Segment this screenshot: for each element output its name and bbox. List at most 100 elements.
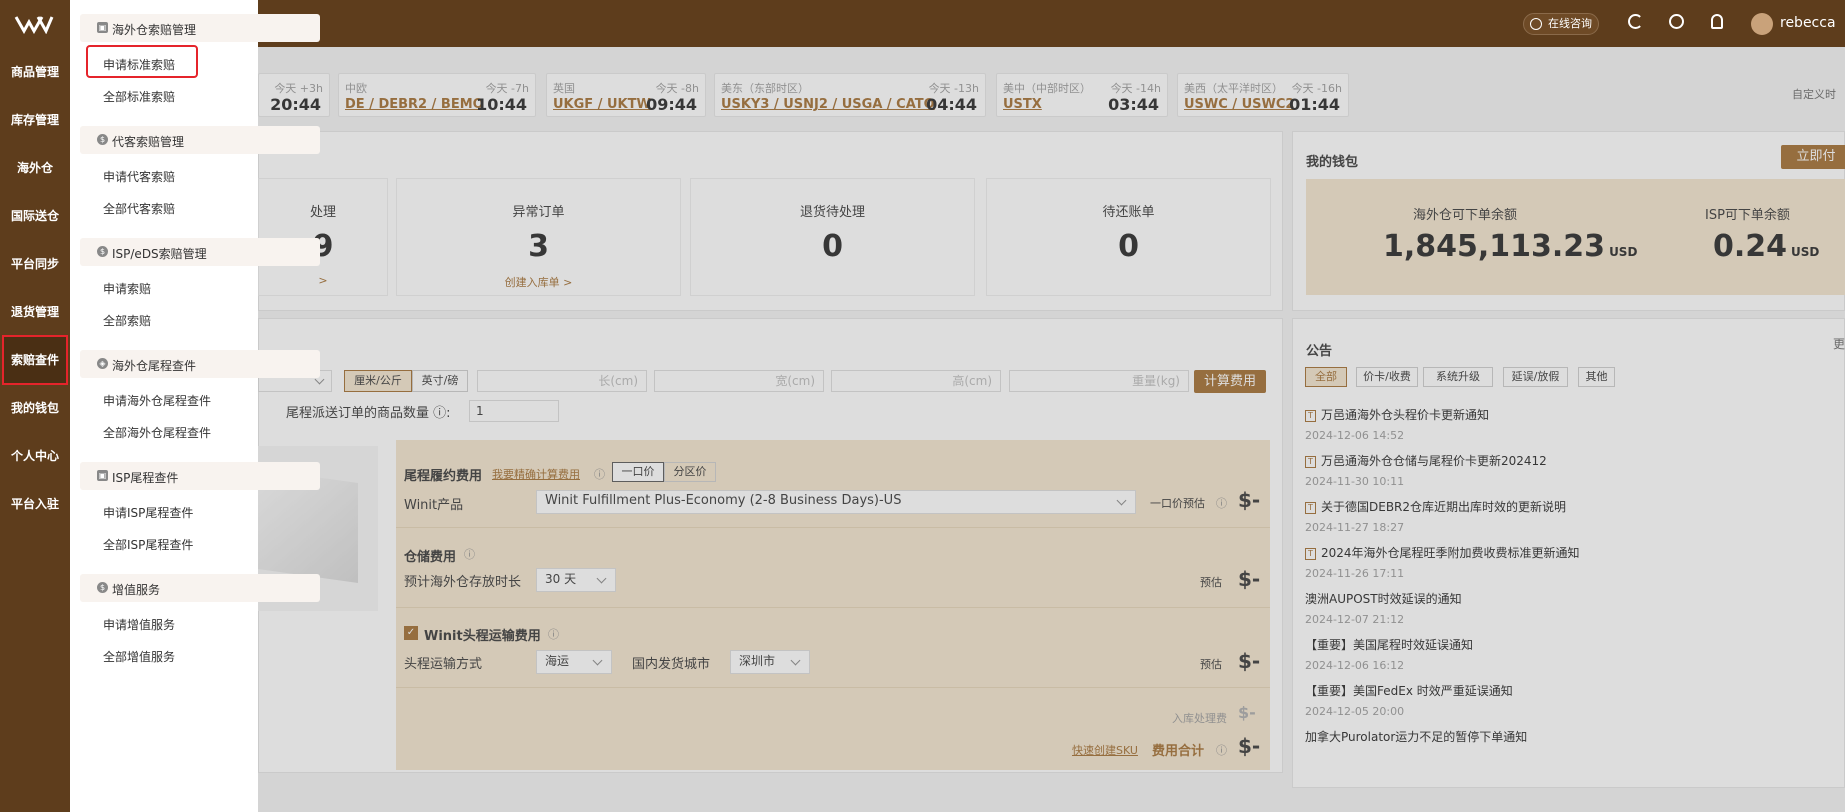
topup-button[interactable]: 立即付 bbox=[1781, 145, 1845, 169]
notice-item[interactable]: T 2024年海外仓尾程旺季附加费收费标准更新通知 bbox=[1305, 544, 1745, 561]
stat-card[interactable]: 退货待处理 0 bbox=[690, 178, 975, 296]
notice-item[interactable]: 【重要】美国FedEx 时效严重延误通知 bbox=[1305, 682, 1745, 699]
submenu-link[interactable]: 全部ISP尾程查件 bbox=[103, 536, 193, 553]
height-input[interactable]: 高(cm) bbox=[831, 370, 1001, 392]
info-icon: ⓘ bbox=[464, 548, 475, 561]
nav-item-5[interactable]: 退货管理 bbox=[0, 302, 70, 322]
nav-item-9[interactable]: 平台入驻 bbox=[0, 494, 70, 514]
chevron-down-icon bbox=[1116, 495, 1127, 506]
info-icon: ⓘ bbox=[1216, 497, 1227, 510]
notice-tab[interactable]: 延误/放假 bbox=[1503, 367, 1568, 387]
notice-more-link[interactable]: 更 bbox=[1833, 335, 1845, 352]
nav-item-2[interactable]: 海外仓 bbox=[0, 158, 70, 178]
submenu-link[interactable]: 申请增值服务 bbox=[103, 616, 175, 633]
nav-item-4[interactable]: 平台同步 bbox=[0, 254, 70, 274]
warehouse-codes[interactable]: USTX bbox=[1003, 97, 1042, 112]
nav-item-6[interactable]: 索赔查件 bbox=[2, 335, 68, 385]
submenu-link[interactable]: 申请ISP尾程查件 bbox=[103, 504, 193, 521]
notice-item[interactable]: T 万邑通海外仓头程价卡更新通知 bbox=[1305, 406, 1745, 423]
stat-link[interactable]: 创建入库单 > bbox=[397, 274, 680, 290]
notice-date: 2024-12-06 16:12 bbox=[1305, 659, 1405, 672]
stat-link[interactable]: > bbox=[259, 274, 387, 287]
group-icon: ▣ bbox=[97, 470, 108, 481]
submenu-group-5: $ 增值服务 bbox=[80, 574, 320, 602]
notice-tab[interactable]: 其他 bbox=[1578, 367, 1615, 387]
wallet-panel: 我的钱包 立即付 海外仓可下单余额 1,845,113.23 USD ISP可下单… bbox=[1292, 131, 1845, 311]
calculate-fee-button[interactable]: 计算费用 bbox=[1194, 370, 1266, 393]
pin-icon: T bbox=[1305, 501, 1316, 514]
stat-card[interactable]: 异常订单 3 创建入库单 > bbox=[396, 178, 681, 296]
nav-item-8[interactable]: 个人中心 bbox=[0, 446, 70, 466]
claims-submenu: ▣ 海外仓索赔管理 申请标准索赔 全部标准索赔 $ 代客索赔管理 申请代客索赔 全部代客索赔 $… bbox=[70, 0, 320, 812]
group-icon: $ bbox=[97, 582, 108, 593]
online-consult-button[interactable]: 在线咨询 bbox=[1523, 13, 1599, 35]
wallet-a-label: 海外仓可下单余额 bbox=[1413, 208, 1518, 223]
group-icon: ◈ bbox=[97, 358, 108, 369]
submenu-group-2: $ ISP/eDS索赔管理 bbox=[80, 238, 320, 266]
nav-item-0[interactable]: 商品管理 bbox=[0, 62, 70, 82]
submenu-group-1: $ 代客索赔管理 bbox=[80, 126, 320, 154]
notice-item[interactable]: 加拿大Purolator运力不足的暂停下单通知 bbox=[1305, 728, 1745, 745]
submenu-link[interactable]: 全部索赔 bbox=[103, 312, 151, 329]
quick-create-sku-link[interactable]: 快速创建SKU bbox=[1072, 742, 1138, 758]
warehouse-codes[interactable]: DE / DEBR2 / BEMO bbox=[345, 97, 484, 112]
tab-zone-price[interactable]: 分区价 bbox=[664, 462, 716, 482]
transport-mode-select[interactable]: 海运 bbox=[536, 650, 612, 674]
group-icon: $ bbox=[97, 134, 108, 145]
wallet-b-value: 0.24 USD bbox=[1713, 229, 1820, 264]
notice-date: 2024-11-30 10:11 bbox=[1305, 475, 1405, 488]
length-input[interactable]: 长(cm) bbox=[477, 370, 647, 392]
qty-label: 尾程派送订单的商品数量 ⓘ: bbox=[286, 406, 451, 421]
group-icon: $ bbox=[97, 246, 108, 257]
warehouse-codes[interactable]: USKY3 / USNJ2 / USGA / CATO bbox=[721, 97, 935, 112]
notice-item[interactable]: 【重要】美国尾程时效延误通知 bbox=[1305, 636, 1745, 653]
headhaul-section: ✓ Winit头程运输费用 ⓘ 头程运输方式 海运 国内发货城市 深圳市 预估 … bbox=[396, 608, 1270, 688]
notice-tab[interactable]: 全部 bbox=[1305, 367, 1347, 387]
submenu-link[interactable]: 全部标准索赔 bbox=[103, 88, 175, 105]
smile-icon[interactable] bbox=[1669, 14, 1684, 29]
tab-flat-price[interactable]: 一口价 bbox=[612, 462, 664, 482]
submenu-link[interactable]: 全部海外仓尾程查件 bbox=[103, 424, 211, 441]
notice-item[interactable]: T 万邑通海外仓仓储与尾程价卡更新202412 bbox=[1305, 452, 1745, 469]
weight-input[interactable]: 重量(kg) bbox=[1009, 370, 1189, 392]
notice-title: 公告 bbox=[1306, 344, 1333, 359]
wallet-title: 我的钱包 bbox=[1306, 155, 1359, 170]
submenu-link[interactable]: 全部代客索赔 bbox=[103, 200, 175, 217]
stat-card[interactable]: 待还账单 0 bbox=[986, 178, 1271, 296]
submenu-group-3: ◈ 海外仓尾程查件 bbox=[80, 350, 320, 378]
submenu-link[interactable]: 申请代客索赔 bbox=[103, 168, 175, 185]
precise-calc-link[interactable]: 我要精确计算费用 bbox=[492, 466, 580, 482]
unit-imperial-button[interactable]: 英寸/磅 bbox=[412, 370, 468, 392]
stat-card[interactable]: 处理 9 > bbox=[258, 178, 388, 296]
notice-tab[interactable]: 系统升级 bbox=[1423, 367, 1493, 387]
nav-item-1[interactable]: 库存管理 bbox=[0, 110, 70, 130]
refresh-icon[interactable] bbox=[1628, 14, 1643, 29]
timezone-card: 中欧 今天 -7h DE / DEBR2 / BEMO 10:44 bbox=[338, 73, 536, 117]
pin-icon: T bbox=[1305, 455, 1316, 468]
headhaul-checkbox[interactable]: ✓ bbox=[404, 626, 418, 640]
submenu-link[interactable]: 申请索赔 bbox=[103, 280, 151, 297]
submenu-link[interactable]: 申请海外仓尾程查件 bbox=[103, 392, 211, 409]
warehouse-codes[interactable]: USWC / USWC2 bbox=[1184, 97, 1294, 112]
notice-item[interactable]: 澳洲AUPOST时效延误的通知 bbox=[1305, 590, 1745, 607]
timezone-card: 今天 +3h 20:44 bbox=[258, 73, 330, 117]
warehouse-codes[interactable]: UKGF / UKTW bbox=[553, 97, 651, 112]
unit-metric-button[interactable]: 厘米/公斤 bbox=[344, 370, 412, 392]
width-input[interactable]: 宽(cm) bbox=[654, 370, 824, 392]
bell-icon[interactable] bbox=[1711, 14, 1723, 29]
nav-item-3[interactable]: 国际送仓 bbox=[0, 206, 70, 226]
avatar[interactable] bbox=[1751, 13, 1773, 35]
submenu-link[interactable]: 全部增值服务 bbox=[103, 648, 175, 665]
chevron-down-icon bbox=[592, 655, 603, 666]
notice-item[interactable]: T 关于德国DEBR2仓库近期出库时效的更新说明 bbox=[1305, 498, 1745, 515]
nav-item-7[interactable]: 我的钱包 bbox=[0, 398, 70, 418]
qty-input[interactable]: 1 bbox=[469, 400, 559, 422]
storage-duration-select[interactable]: 30 天 bbox=[536, 568, 616, 592]
ship-city-select[interactable]: 深圳市 bbox=[730, 650, 810, 674]
custom-time-link[interactable]: 自定义时 bbox=[1792, 86, 1836, 102]
notice-date: 2024-11-27 18:27 bbox=[1305, 521, 1405, 534]
notice-tab[interactable]: 价卡/收费 bbox=[1356, 367, 1418, 387]
username[interactable]: rebecca bbox=[1780, 15, 1836, 31]
chevron-down-icon bbox=[790, 655, 801, 666]
product-select[interactable]: Winit Fulfillment Plus-Economy (2-8 Busi… bbox=[536, 490, 1136, 514]
